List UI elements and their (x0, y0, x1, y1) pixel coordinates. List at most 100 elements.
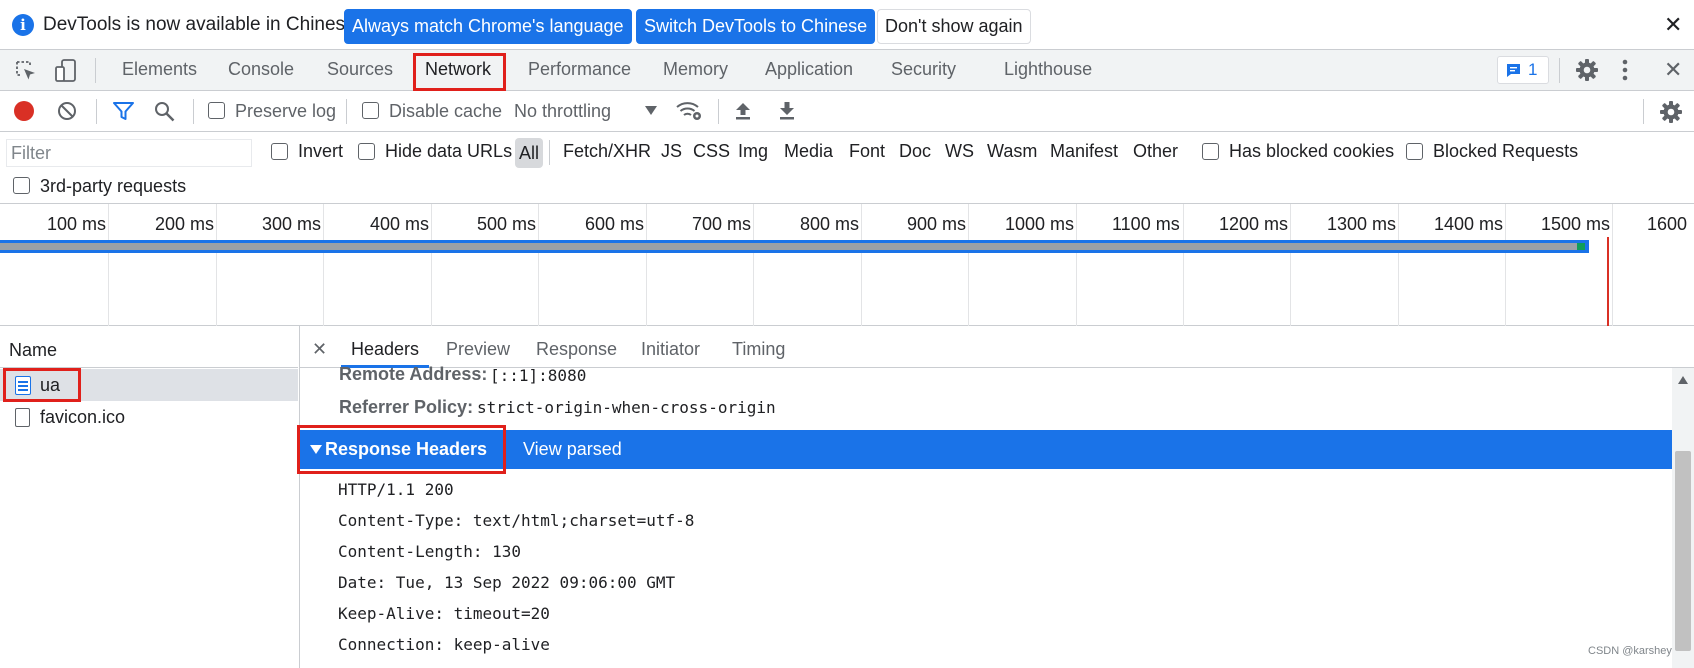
network-settings-gear-icon[interactable] (1659, 100, 1683, 124)
preserve-log-label: Preserve log (235, 101, 337, 121)
header-key: Referrer Policy: (339, 397, 474, 417)
switch-to-chinese-button[interactable]: Switch DevTools to Chinese (636, 9, 876, 44)
request-bar-download (1577, 243, 1585, 250)
tick-label: 1600 (1647, 214, 1688, 234)
issues-badge[interactable]: 1 (1497, 56, 1549, 84)
import-har-icon[interactable] (734, 101, 752, 121)
disable-cache-checkbox[interactable] (362, 102, 379, 119)
tab-console[interactable]: Console (228, 59, 294, 80)
header-key: Remote Address: (339, 364, 488, 384)
filter-type-wasm[interactable]: Wasm (987, 141, 1037, 162)
scrollbar-thumb[interactable] (1675, 451, 1691, 651)
request-name[interactable]: favicon.ico (40, 407, 125, 428)
tick-label: 500 ms (477, 214, 537, 234)
tab-application[interactable]: Application (765, 59, 853, 80)
device-toolbar-icon[interactable] (54, 58, 78, 84)
grid-line (1398, 204, 1399, 326)
tab-security[interactable]: Security (891, 59, 956, 80)
toolbar-divider (346, 99, 347, 124)
tick-label: 100 ms (47, 214, 107, 234)
timeline-overview[interactable]: 100 ms 200 ms 300 ms 400 ms 500 ms 600 m… (0, 204, 1694, 326)
tab-elements[interactable]: Elements (122, 59, 197, 80)
toolbar-divider (95, 58, 96, 83)
grid-line (431, 204, 432, 326)
hide-data-urls-checkbox[interactable] (358, 143, 375, 160)
tab-headers[interactable]: Headers (351, 339, 419, 360)
grid-line (1505, 204, 1506, 326)
filter-type-doc[interactable]: Doc (899, 141, 931, 162)
filter-type-ws[interactable]: WS (945, 141, 974, 162)
tick-label: 200 ms (155, 214, 215, 234)
invert-checkbox[interactable] (271, 143, 288, 160)
blocked-requests-checkbox[interactable] (1406, 143, 1423, 160)
raw-header-line: Content-Type: text/html;charset=utf-8 (338, 511, 695, 530)
throttling-select[interactable]: No throttling (514, 101, 611, 122)
toolbar-divider (1643, 99, 1644, 124)
always-match-language-button[interactable]: Always match Chrome's language (344, 9, 632, 44)
filter-type-other[interactable]: Other (1133, 141, 1178, 162)
tab-lighthouse[interactable]: Lighthouse (1004, 59, 1092, 80)
blocked-requests-label: Blocked Requests (1433, 141, 1579, 161)
export-har-icon[interactable] (778, 101, 796, 121)
has-blocked-cookies-label: Has blocked cookies (1229, 141, 1395, 161)
tab-performance[interactable]: Performance (528, 59, 631, 80)
header-value: [::1]:8080 (490, 366, 587, 385)
toolbar-divider (193, 99, 194, 124)
close-infobar-icon[interactable]: ✕ (1664, 14, 1682, 36)
settings-gear-icon[interactable] (1575, 58, 1599, 82)
tab-memory[interactable]: Memory (663, 59, 728, 80)
scroll-up-icon[interactable] (1678, 376, 1688, 384)
filter-type-manifest[interactable]: Manifest (1050, 141, 1118, 162)
network-conditions-icon[interactable] (676, 100, 703, 122)
close-devtools-icon[interactable]: ✕ (1664, 59, 1682, 81)
filter-type-img[interactable]: Img (738, 141, 768, 162)
request-detail-pane: ✕ Headers Preview Response Initiator Tim… (297, 326, 1694, 668)
grid-line (323, 204, 324, 326)
tab-timing[interactable]: Timing (732, 339, 785, 360)
tick-label: 1200 ms (1219, 214, 1289, 234)
record-icon[interactable] (14, 101, 34, 121)
tab-sources[interactable]: Sources (327, 59, 393, 80)
filter-type-media[interactable]: Media (784, 141, 833, 162)
clear-icon[interactable] (57, 101, 77, 121)
filter-type-js[interactable]: JS (661, 141, 682, 162)
filter-type-font[interactable]: Font (849, 141, 885, 162)
raw-header-line: Date: Tue, 13 Sep 2022 09:06:00 GMT (338, 573, 676, 592)
grid-line (753, 204, 754, 326)
close-detail-icon[interactable]: ✕ (312, 338, 327, 360)
tick-label: 1500 ms (1541, 214, 1611, 234)
invert-label: Invert (298, 141, 344, 161)
ua-row-highlight (3, 368, 81, 402)
inspect-element-icon[interactable] (15, 60, 37, 82)
raw-header-line: Connection: keep-alive (338, 635, 550, 654)
preserve-log-checkbox[interactable] (208, 102, 225, 119)
toolbar-divider (718, 99, 719, 124)
more-options-icon[interactable] (1620, 58, 1630, 82)
tab-response[interactable]: Response (536, 339, 617, 360)
dont-show-again-button[interactable]: Don't show again (877, 9, 1031, 44)
filter-input[interactable]: Filter (6, 139, 252, 167)
filter-type-all[interactable]: All (515, 138, 544, 168)
filter-type-css[interactable]: CSS (693, 141, 730, 162)
filter-type-fetch-xhr[interactable]: Fetch/XHR (563, 141, 651, 162)
tick-label: 700 ms (692, 214, 752, 234)
tab-initiator[interactable]: Initiator (641, 339, 700, 360)
language-infobar: i DevTools is now available in Chinese! … (0, 0, 1694, 50)
filter-icon[interactable] (113, 101, 134, 121)
tab-preview[interactable]: Preview (446, 339, 510, 360)
name-column-header[interactable]: Name (9, 340, 57, 361)
has-blocked-cookies-checkbox[interactable] (1202, 143, 1219, 160)
third-party-requests-checkbox[interactable] (13, 177, 30, 194)
tick-label: 400 ms (370, 214, 430, 234)
grid-line (108, 204, 109, 326)
search-icon[interactable] (154, 101, 175, 122)
tick-label: 900 ms (907, 214, 967, 234)
view-parsed-link[interactable]: View parsed (523, 439, 622, 460)
network-tab-highlight (413, 53, 506, 91)
tick-label: 1100 ms (1112, 214, 1180, 234)
toolbar-divider (549, 140, 550, 165)
grid-line (538, 204, 539, 326)
chevron-down-icon[interactable] (645, 106, 657, 116)
raw-header-line: Content-Length: 130 (338, 542, 522, 561)
grid-line (216, 204, 217, 326)
